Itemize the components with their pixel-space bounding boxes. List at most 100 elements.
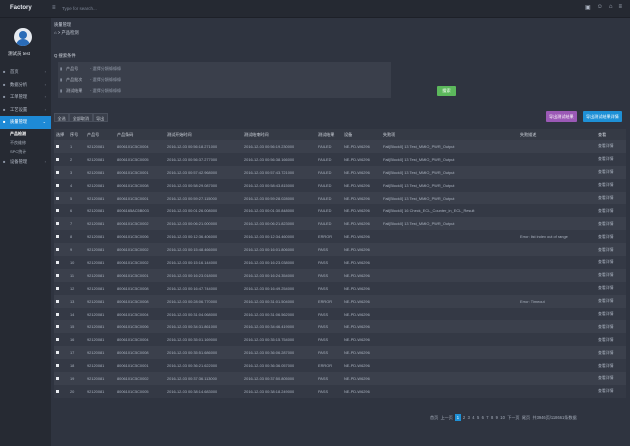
- view-detail-link[interactable]: 查看详情: [596, 152, 626, 166]
- row-checkbox-cell[interactable]: [54, 140, 68, 153]
- page-number-link[interactable]: 10: [500, 415, 505, 420]
- sidebar-subitem[interactable]: 不良维修: [0, 138, 51, 147]
- row-checkbox[interactable]: [56, 312, 59, 316]
- last-page-link[interactable]: 尾页: [522, 415, 530, 421]
- export-selected-button[interactable]: 导出: [92, 113, 108, 122]
- filter-row-batch[interactable]: ▮ 产品批次 - 選擇分類條條條: [60, 75, 121, 84]
- page-number-link[interactable]: 1: [455, 414, 461, 421]
- export-details-button[interactable]: 导出测试结果详情: [583, 111, 622, 122]
- hamburger-menu-icon[interactable]: ≡: [52, 5, 56, 11]
- sidebar-item[interactable]: ■ 设备管理 ›: [0, 156, 51, 169]
- row-checkbox-cell[interactable]: [54, 320, 68, 334]
- global-search-input[interactable]: Type for search...: [62, 4, 182, 13]
- sidebar-subitem[interactable]: 产品检测: [0, 129, 51, 138]
- product-select[interactable]: - 選擇分類條條條: [90, 66, 121, 71]
- view-detail-link[interactable]: 查看详情: [596, 384, 626, 398]
- page-number-link[interactable]: 5: [477, 415, 479, 420]
- breadcrumb[interactable]: ⌂ > 产品检测: [54, 30, 79, 36]
- row-checkbox-cell[interactable]: [54, 372, 68, 385]
- view-detail-link[interactable]: 查看详情: [596, 307, 626, 321]
- row-checkbox-cell[interactable]: [54, 204, 68, 218]
- row-checkbox[interactable]: [56, 376, 59, 380]
- row-checkbox-cell[interactable]: [54, 307, 68, 321]
- row-checkbox[interactable]: [56, 273, 59, 277]
- view-detail-link[interactable]: 查看详情: [596, 372, 626, 385]
- view-detail-link[interactable]: 查看详情: [596, 140, 626, 153]
- sidebar-item[interactable]: ■ 数据分析 ›: [0, 79, 51, 92]
- view-detail-link[interactable]: 查看详情: [596, 230, 626, 244]
- view-detail-link[interactable]: 查看详情: [596, 320, 626, 334]
- filter-row-result[interactable]: ▮ 测试结果 - 選擇分類條條條: [60, 86, 121, 95]
- avatar[interactable]: [14, 28, 32, 46]
- view-detail-link[interactable]: 查看详情: [596, 243, 626, 257]
- view-detail-link[interactable]: 查看详情: [596, 165, 626, 179]
- row-checkbox[interactable]: [56, 389, 59, 393]
- view-detail-link[interactable]: 查看详情: [596, 346, 626, 360]
- view-detail-link[interactable]: 查看详情: [596, 294, 626, 308]
- filter-row-product[interactable]: ▮ 产品号 - 選擇分類條條條: [60, 64, 121, 73]
- prev-page-link[interactable]: 上一页: [441, 415, 453, 421]
- home-icon[interactable]: ⌂: [609, 4, 613, 11]
- view-detail-link[interactable]: 查看详情: [596, 281, 626, 295]
- row-checkbox-cell[interactable]: [54, 165, 68, 179]
- deselect-all-button[interactable]: 全部取消: [69, 113, 93, 122]
- row-checkbox[interactable]: [56, 364, 59, 368]
- view-detail-link[interactable]: 查看详情: [596, 256, 626, 269]
- view-detail-link[interactable]: 查看详情: [596, 204, 626, 218]
- window-icon[interactable]: ▣: [585, 4, 591, 11]
- row-checkbox-cell[interactable]: [54, 281, 68, 295]
- sidebar-item[interactable]: ■ 首页 ›: [0, 66, 51, 79]
- row-checkbox[interactable]: [56, 222, 59, 226]
- row-checkbox[interactable]: [56, 170, 59, 174]
- page-number-link[interactable]: 6: [482, 415, 484, 420]
- view-detail-link[interactable]: 查看详情: [596, 268, 626, 282]
- sidebar-item[interactable]: ■ 工艺设置 ›: [0, 104, 51, 117]
- view-detail-link[interactable]: 查看详情: [596, 191, 626, 205]
- row-checkbox[interactable]: [56, 286, 59, 290]
- row-checkbox[interactable]: [56, 196, 59, 200]
- row-checkbox[interactable]: [56, 351, 59, 355]
- row-checkbox[interactable]: [56, 157, 59, 161]
- page-number-link[interactable]: 2: [463, 415, 465, 420]
- view-detail-link[interactable]: 查看详情: [596, 178, 626, 192]
- sidebar-item[interactable]: ■ 质量管理 ⌄: [0, 116, 51, 129]
- row-checkbox-cell[interactable]: [54, 294, 68, 308]
- user-icon[interactable]: ☺: [597, 4, 603, 11]
- select-all-button[interactable]: 全选: [54, 113, 70, 122]
- row-checkbox[interactable]: [56, 235, 59, 239]
- export-results-button[interactable]: 导出测试结果: [546, 111, 577, 122]
- page-number-link[interactable]: 3: [468, 415, 470, 420]
- sidebar-subitem[interactable]: SPC统计: [0, 147, 51, 156]
- page-number-link[interactable]: 8: [491, 415, 493, 420]
- row-checkbox[interactable]: [56, 299, 59, 303]
- row-checkbox-cell[interactable]: [54, 191, 68, 205]
- row-checkbox-cell[interactable]: [54, 268, 68, 282]
- row-checkbox-cell[interactable]: [54, 359, 68, 373]
- row-checkbox-cell[interactable]: [54, 230, 68, 244]
- row-checkbox-cell[interactable]: [54, 384, 68, 398]
- row-checkbox[interactable]: [56, 248, 59, 252]
- row-checkbox-cell[interactable]: [54, 243, 68, 257]
- menu-icon[interactable]: ≡: [618, 4, 622, 11]
- view-detail-link[interactable]: 查看详情: [596, 359, 626, 373]
- page-number-link[interactable]: 7: [486, 415, 488, 420]
- row-checkbox-cell[interactable]: [54, 256, 68, 269]
- row-checkbox-cell[interactable]: [54, 152, 68, 166]
- view-detail-link[interactable]: 查看详情: [596, 333, 626, 347]
- view-detail-link[interactable]: 查看详情: [596, 217, 626, 231]
- first-page-link[interactable]: 首页: [430, 415, 438, 421]
- sidebar-item[interactable]: ■ 工单管理 ›: [0, 91, 51, 104]
- row-checkbox-cell[interactable]: [54, 178, 68, 192]
- search-button[interactable]: 搜索: [437, 86, 456, 96]
- row-checkbox[interactable]: [56, 183, 59, 187]
- row-checkbox[interactable]: [56, 260, 59, 264]
- row-checkbox[interactable]: [56, 144, 59, 148]
- row-checkbox-cell[interactable]: [54, 333, 68, 347]
- result-select[interactable]: - 選擇分類條條條: [90, 88, 121, 93]
- row-checkbox-cell[interactable]: [54, 217, 68, 231]
- row-checkbox-cell[interactable]: [54, 346, 68, 360]
- row-checkbox[interactable]: [56, 325, 59, 329]
- next-page-link[interactable]: 下一页: [507, 415, 519, 421]
- page-number-link[interactable]: 9: [496, 415, 498, 420]
- row-checkbox[interactable]: [56, 209, 59, 213]
